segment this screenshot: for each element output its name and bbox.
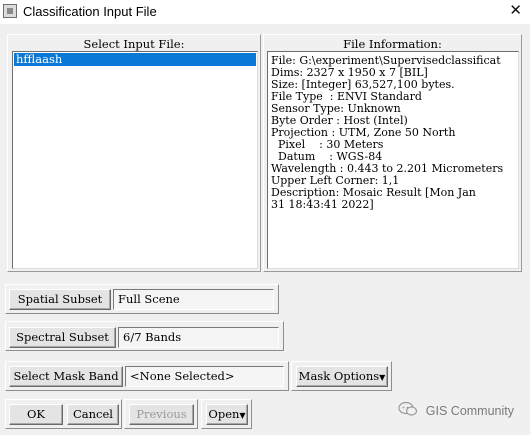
input-file-panel: Select Input File: hfflaash <box>7 34 261 272</box>
window-title: Classification Input File <box>23 4 157 19</box>
mask-options-button[interactable]: Mask Options▼ <box>296 366 388 387</box>
spectral-subset-value: 6/7 Bands <box>118 327 279 348</box>
spectral-subset-button[interactable]: Spectral Subset <box>9 327 116 348</box>
mask-band-value: <None Selected> <box>125 366 284 387</box>
app-icon <box>3 4 17 18</box>
close-icon[interactable]: ✕ <box>509 1 522 19</box>
mask-band-group: Select Mask Band <None Selected> <box>5 361 289 391</box>
file-info-line: 31 18:43:41 2022] <box>271 198 374 211</box>
file-info-panel: File Information: File: G:\experiment\Su… <box>263 34 522 272</box>
mask-options-group: Mask Options▼ <box>291 361 392 391</box>
spatial-subset-group: Spatial Subset Full Scene <box>5 284 279 314</box>
file-info-label: File Information: <box>343 37 442 51</box>
ok-cancel-group: OK Cancel <box>5 399 122 429</box>
mask-options-label: Mask Options <box>298 369 380 383</box>
spatial-subset-value: Full Scene <box>113 289 274 310</box>
open-button[interactable]: Open▼ <box>206 404 248 425</box>
previous-group: Previous <box>124 399 198 429</box>
spectral-subset-group: Spectral Subset 6/7 Bands <box>5 321 284 351</box>
input-file-label: Select Input File: <box>83 37 185 51</box>
caret-down-icon: ▼ <box>239 411 246 420</box>
file-info-lines: File: G:\experiment\Supervisedclassifica… <box>268 52 518 211</box>
open-label: Open <box>208 407 240 421</box>
open-group: Open▼ <box>201 399 252 429</box>
caret-down-icon: ▼ <box>379 373 386 382</box>
cancel-button[interactable]: Cancel <box>67 404 119 425</box>
list-item[interactable]: hfflaash <box>14 53 256 66</box>
ok-button[interactable]: OK <box>9 404 63 425</box>
file-info-text[interactable]: File: G:\experiment\Supervisedclassifica… <box>267 51 519 269</box>
previous-button[interactable]: Previous <box>129 404 194 425</box>
select-mask-band-button[interactable]: Select Mask Band <box>9 366 123 387</box>
chat-bubble-icon <box>398 401 418 416</box>
watermark-text: GIS Community <box>425 404 514 418</box>
input-file-list[interactable]: hfflaash <box>12 51 258 269</box>
spatial-subset-button[interactable]: Spatial Subset <box>9 289 111 310</box>
title-bar: Classification Input File ✕ <box>0 0 530 24</box>
